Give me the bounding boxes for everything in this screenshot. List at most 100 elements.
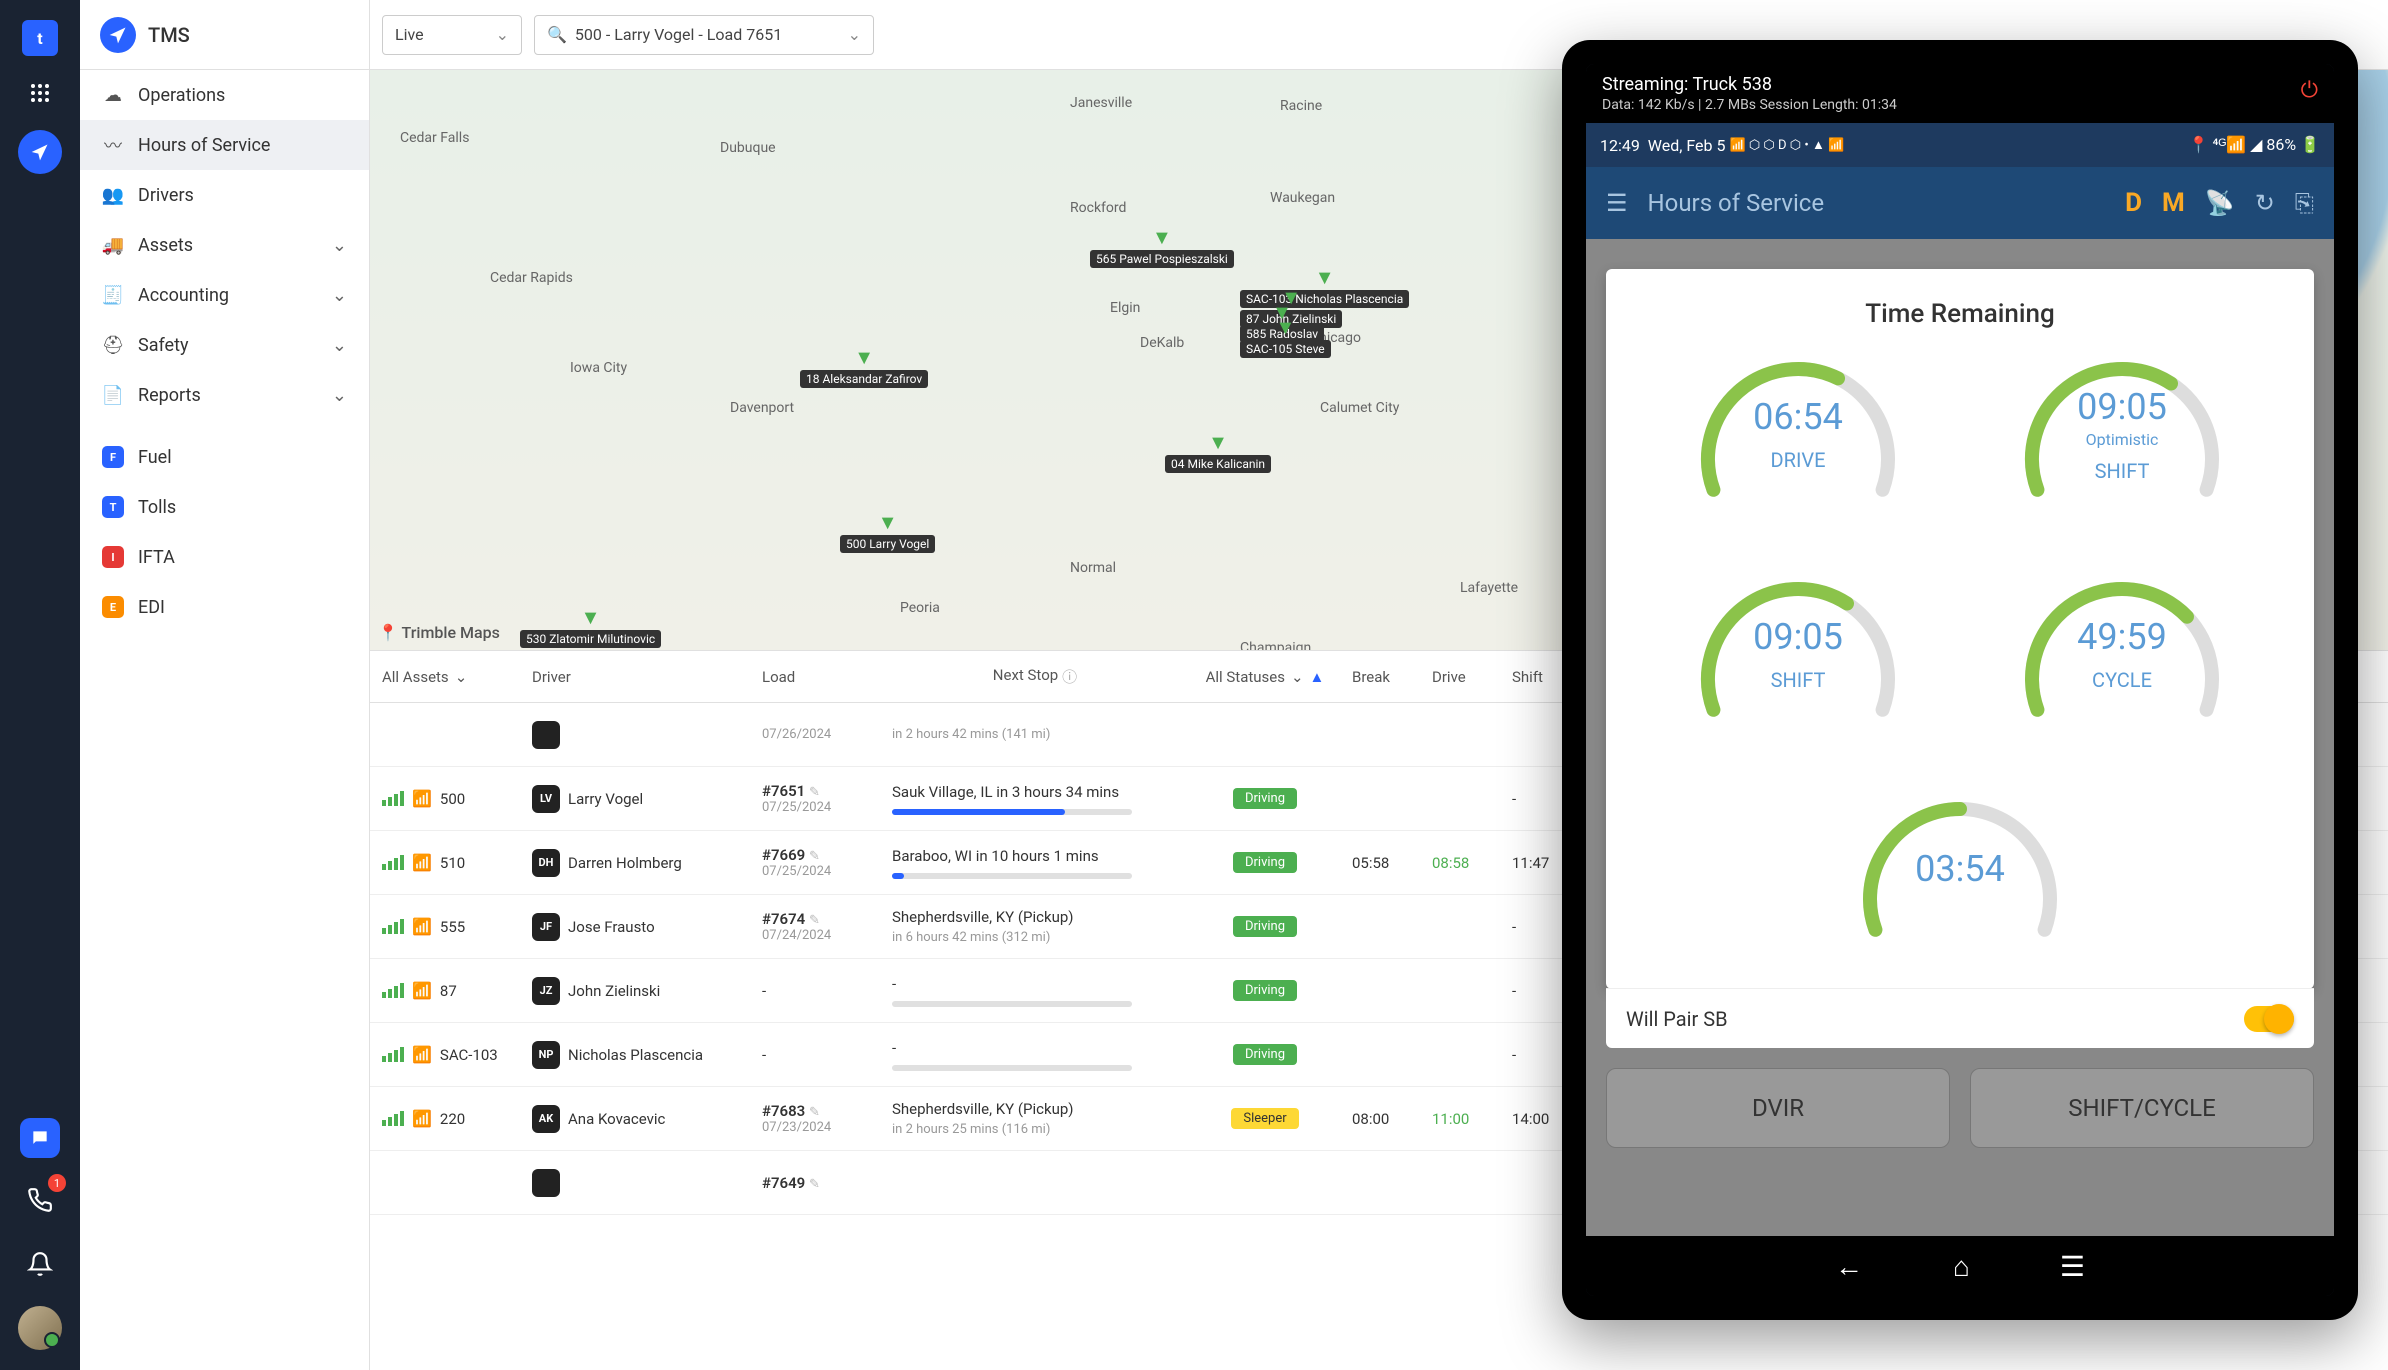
progress-bar: [892, 873, 1132, 879]
chevron-down-icon: ⌄: [332, 335, 347, 356]
nav-label: Drivers: [138, 185, 194, 206]
nav-item-ifta[interactable]: IIFTA: [80, 532, 369, 582]
progress-bar: [892, 1001, 1132, 1007]
load-number: #7683: [762, 1102, 805, 1120]
rail-tms-icon[interactable]: [18, 130, 62, 174]
th-break[interactable]: Break: [1340, 668, 1420, 686]
header-m-icon[interactable]: M: [2162, 188, 2185, 218]
android-nav-bar: ← ⌂ ☰: [1586, 1236, 2334, 1296]
map-city-label: Peoria: [900, 600, 940, 616]
refresh-icon[interactable]: ↻: [2255, 189, 2275, 217]
wifi-icon: 📶: [412, 981, 432, 1000]
nav-item-safety[interactable]: ⛑ Safety ⌄: [80, 320, 369, 370]
map-marker[interactable]: ▼04 Mike Kalicanin: [1165, 430, 1271, 473]
logout-icon[interactable]: ⎘: [2295, 189, 2314, 217]
edit-icon[interactable]: ✎: [809, 849, 820, 864]
driver-name: Jose Frausto: [568, 918, 655, 936]
driver-badge: [532, 1169, 560, 1197]
next-stop-text: Shepherdsville, KY (Pickup): [892, 908, 1074, 926]
back-icon[interactable]: ←: [1835, 1250, 1863, 1283]
wifi-icon: 📶: [412, 789, 432, 808]
pair-toggle[interactable]: [2244, 1006, 2294, 1032]
status-pill: Driving: [1233, 852, 1297, 873]
recents-icon[interactable]: ☰: [2060, 1250, 2085, 1283]
pin-icon: ▼: [878, 510, 898, 535]
dvir-button[interactable]: DVIR: [1606, 1068, 1950, 1148]
shiftcycle-button[interactable]: SHIFT/CYCLE: [1970, 1068, 2314, 1148]
rail-phone-icon[interactable]: 1: [18, 1178, 62, 1222]
mode-dropdown[interactable]: Live ⌄: [382, 15, 522, 55]
progress-bar: [892, 1065, 1132, 1071]
nav-icon: ⛑: [102, 334, 124, 356]
nav-item-accounting[interactable]: 🧾Accounting⌄: [80, 270, 369, 320]
map-marker[interactable]: ▼565 Pawel Pospieszalski: [1090, 225, 1234, 268]
broadcast-icon[interactable]: 📡: [2205, 189, 2235, 217]
nav-item-reports[interactable]: 📄Reports⌄: [80, 370, 369, 420]
map-city-label: DeKalb: [1140, 335, 1184, 351]
nav-item-fuel[interactable]: FFuel: [80, 432, 369, 482]
device-screen: Streaming: Truck 538 Data: 142 Kb/s | 2.…: [1586, 64, 2334, 1296]
drive-value: 11:00: [1432, 1110, 1469, 1128]
sidebar-header: TMS: [80, 0, 370, 70]
chevron-down-icon: ⌄: [848, 25, 861, 44]
nav-label: Assets: [138, 235, 193, 256]
th-next[interactable]: Next Stop ⓘ: [880, 666, 1190, 687]
th-drive[interactable]: Drive: [1420, 668, 1500, 686]
filter-statuses[interactable]: All Statuses ⌄ ▲: [1190, 668, 1340, 686]
asset-id: 555: [440, 918, 465, 936]
rail-chat-icon[interactable]: [20, 1118, 60, 1158]
nav-label: IFTA: [138, 547, 175, 568]
gauge-shift: 09:05 SHIFT: [1683, 569, 1913, 769]
status-pill: Sleeper: [1231, 1108, 1298, 1129]
map-marker[interactable]: ▼500 Larry Vogel: [840, 510, 935, 553]
load-date: 07/24/2024: [762, 928, 831, 943]
edit-icon[interactable]: ✎: [809, 1105, 820, 1120]
map-marker[interactable]: ▼SAC-105 Steve: [1240, 315, 1331, 358]
nav-item-hours-of-service[interactable]: 〰Hours of Service: [80, 120, 369, 170]
nav-item-edi[interactable]: EEDI: [80, 582, 369, 632]
map-city-label: Cedar Rapids: [490, 270, 573, 286]
sidebar: ☁Operations〰Hours of Service👥Drivers 🚚 Ass…: [80, 70, 370, 1370]
nav-icon: 🚚: [102, 234, 124, 256]
hamburger-icon[interactable]: ☰: [1606, 189, 1628, 217]
drive-value: 08:58: [1432, 854, 1469, 872]
gauges-grid: 06:54 DRIVE 09:05 Optimistic SHIFT 09:05…: [1646, 349, 2274, 989]
edit-icon[interactable]: ✎: [809, 785, 820, 800]
th-driver[interactable]: Driver: [520, 668, 750, 686]
map-city-label: Davenport: [730, 400, 794, 416]
rail-avatar[interactable]: [18, 1306, 62, 1350]
nav-item-tolls[interactable]: TTolls: [80, 482, 369, 532]
nav-item-assets[interactable]: 🚚Assets⌄: [80, 220, 369, 270]
nav-label: Safety: [138, 335, 188, 356]
rail-logo-icon[interactable]: t: [22, 20, 58, 56]
pin-icon: ▼: [854, 345, 874, 370]
map-marker[interactable]: ▼530 Zlatomir Milutinovic: [520, 605, 661, 648]
map-city-label: Calumet City: [1320, 400, 1399, 416]
signal-icon: [382, 1047, 404, 1062]
search-dropdown[interactable]: 🔍 500 - Larry Vogel - Load 7651 ⌄: [534, 15, 874, 55]
home-icon[interactable]: ⌂: [1953, 1250, 1970, 1283]
map-marker[interactable]: ▼18 Aleksandar Zafirov: [800, 345, 928, 388]
signal-icon: [382, 919, 404, 934]
status-icons: 📶 ⬡ ⬡ D ⬡ • ▲ 📶: [1729, 137, 1844, 153]
power-icon[interactable]: ⏻: [2301, 78, 2318, 103]
next-stop-sub: in 2 hours 42 mins (141 mi): [892, 727, 1050, 742]
device-frame: Streaming: Truck 538 Data: 142 Kb/s | 2.…: [1562, 40, 2358, 1320]
nav-item-drivers[interactable]: 👥Drivers: [80, 170, 369, 220]
next-stop-text: Sauk Village, IL in 3 hours 34 mins: [892, 783, 1119, 801]
nav-item-operations[interactable]: ☁Operations: [80, 70, 369, 120]
rail-apps-icon[interactable]: [18, 71, 62, 115]
filter-assets[interactable]: All Assets ⌄: [370, 668, 520, 686]
chevron-down-icon: ⌄: [455, 668, 468, 686]
signal-icon: [382, 1111, 404, 1126]
th-load[interactable]: Load: [750, 668, 880, 686]
edit-icon[interactable]: ✎: [809, 913, 820, 928]
header-d-icon[interactable]: D: [2125, 188, 2142, 218]
map-city-label: Janesville: [1070, 95, 1132, 111]
extra-nav-list: FFuelTTollsIIFTAEEDI: [80, 432, 369, 632]
edit-icon[interactable]: ✎: [809, 1177, 820, 1192]
nav-label: Operations: [138, 85, 225, 106]
rail-bell-icon[interactable]: [18, 1242, 62, 1286]
status-pill: Driving: [1233, 980, 1297, 1001]
status-right: 📍 ⁴ᴳ📶 ◢ 86% 🔋: [2189, 135, 2320, 155]
